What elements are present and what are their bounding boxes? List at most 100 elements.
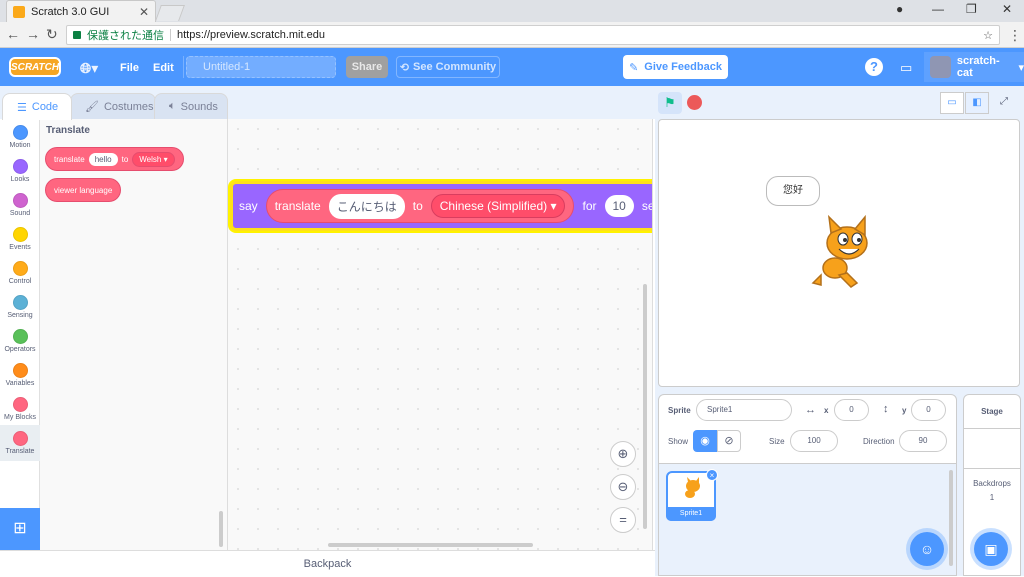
sprite-list-scrollbar[interactable] xyxy=(949,470,953,566)
category-label: Operators xyxy=(4,346,36,353)
show-eye-icon[interactable]: ◉ xyxy=(693,430,717,452)
browser-tab[interactable]: Scratch 3.0 GUI ✕ xyxy=(6,0,156,22)
category-sensing[interactable]: Sensing xyxy=(0,291,40,325)
language-dropdown[interactable]: Chinese (Simplified) ▾ xyxy=(430,194,566,218)
help-icon[interactable]: ? xyxy=(865,58,883,76)
block-label: say xyxy=(239,199,258,213)
sprite-name-input[interactable]: Sprite1 xyxy=(696,399,792,421)
see-community-button[interactable]: ⟲ See Community xyxy=(396,56,500,78)
text-input[interactable]: こんにちは xyxy=(328,193,405,219)
sprite-label: Sprite xyxy=(668,406,691,415)
editor-tabs: ☰ Code 🖌︎ Costumes 🔈︎ Sounds xyxy=(0,86,655,120)
block-categories: Motion Looks Sound Events Control Sensin… xyxy=(0,119,40,550)
speech-bubble: 您好 xyxy=(766,176,820,206)
category-label: Sound xyxy=(9,210,31,217)
stage-canvas[interactable]: 您好 xyxy=(658,119,1020,387)
category-label: Looks xyxy=(10,176,30,183)
seconds-input[interactable]: 10 xyxy=(604,195,634,217)
workspace-horizontal-scrollbar[interactable] xyxy=(328,543,533,547)
reload-icon[interactable]: ↻ xyxy=(46,26,58,43)
zoom-out-icon[interactable]: ⊖ xyxy=(610,474,636,500)
scratch-cat-sprite[interactable] xyxy=(799,213,879,293)
tab-sounds[interactable]: 🔈︎ Sounds xyxy=(154,93,228,119)
tab-code-label: Code xyxy=(31,101,59,113)
edit-menu[interactable]: Edit xyxy=(153,62,174,74)
code-workspace[interactable]: say translate こんにちは to Chinese (Simplifi… xyxy=(228,119,653,550)
normal-stage-icon[interactable]: ◧ xyxy=(965,92,989,114)
backpack[interactable]: Backpack xyxy=(0,550,655,576)
looks-dot-icon xyxy=(12,159,28,174)
palette-scrollbar[interactable] xyxy=(219,511,223,547)
scratch-logo[interactable]: SCRATCH xyxy=(9,57,61,77)
translate-block[interactable]: translate hello to Welsh ▾ xyxy=(45,147,184,171)
pencil-icon: ✎ xyxy=(629,61,639,74)
url-text: https://preview.scratch.mit.edu xyxy=(177,29,325,41)
file-menu[interactable]: File xyxy=(120,62,139,74)
profile-icon[interactable]: ● xyxy=(896,2,903,16)
close-tab-icon[interactable]: ✕ xyxy=(139,5,149,19)
text-input[interactable]: hello xyxy=(88,152,118,166)
maximize-icon[interactable]: ❐ xyxy=(966,2,977,16)
category-looks[interactable]: Looks xyxy=(0,155,40,189)
translate-reporter-block[interactable]: translate こんにちは to Chinese (Simplified) … xyxy=(265,189,575,223)
block-label: to xyxy=(121,154,129,164)
direction-input[interactable]: 90 xyxy=(899,430,947,452)
y-input[interactable]: 0 xyxy=(911,399,946,421)
forward-icon[interactable]: → xyxy=(26,26,40,42)
bookmark-star-icon[interactable]: ☆ xyxy=(983,29,993,42)
category-operators[interactable]: Operators xyxy=(0,325,40,359)
category-my-blocks[interactable]: My Blocks xyxy=(0,393,40,427)
x-input[interactable]: 0 xyxy=(834,399,869,421)
back-icon[interactable]: ← xyxy=(6,26,20,42)
my-blocks-dot-icon xyxy=(12,397,28,412)
category-sound[interactable]: Sound xyxy=(0,189,40,223)
category-control[interactable]: Control xyxy=(0,257,40,291)
green-flag-icon[interactable]: ⚑ xyxy=(658,92,682,114)
show-label: Show xyxy=(668,437,689,446)
delete-sprite-icon[interactable]: × xyxy=(706,469,718,481)
stop-icon[interactable] xyxy=(687,95,702,110)
add-sprite-button[interactable]: ☺︎ xyxy=(910,532,944,566)
zoom-in-icon[interactable]: ⊕ xyxy=(610,441,636,467)
divider xyxy=(170,29,171,41)
viewer-language-block[interactable]: viewer language xyxy=(45,178,122,202)
category-translate[interactable]: Translate xyxy=(0,425,40,461)
share-button[interactable]: Share xyxy=(346,56,388,78)
small-stage-icon[interactable]: ▭ xyxy=(940,92,964,114)
language-dropdown[interactable]: Welsh ▾ xyxy=(132,151,175,167)
tab-costumes[interactable]: 🖌︎ Costumes xyxy=(70,93,156,119)
project-title-input[interactable]: Untitled-1 xyxy=(186,56,336,78)
account-menu[interactable]: scratch-cat ▾ xyxy=(924,52,1024,82)
sensing-dot-icon xyxy=(12,295,28,310)
tab-code[interactable]: ☰ Code xyxy=(2,93,72,120)
close-window-icon[interactable]: ✕ xyxy=(1002,2,1012,16)
my-stuff-folder-icon[interactable]: ▭ xyxy=(900,60,912,76)
workspace-vertical-scrollbar[interactable] xyxy=(643,284,647,529)
add-backdrop-button[interactable]: ▣ xyxy=(974,532,1008,566)
address-bar[interactable]: 保護された通信 https://preview.scratch.mit.edu … xyxy=(66,25,1000,45)
language-value: Chinese (Simplified) xyxy=(439,199,548,213)
category-events[interactable]: Events xyxy=(0,223,40,257)
category-variables[interactable]: Variables xyxy=(0,359,40,393)
size-input[interactable]: 100 xyxy=(790,430,838,452)
give-feedback-button[interactable]: ✎ Give Feedback xyxy=(623,55,728,79)
say-block[interactable]: say translate こんにちは to Chinese (Simplifi… xyxy=(230,181,652,231)
add-extension-button[interactable]: ⊞ xyxy=(0,508,40,550)
code-icon: ☰ xyxy=(17,101,27,114)
stage-area: ⚑ ▭ ◧ ⤢ 您好 Sprite Sprite1 ↔ x 0 ↕ y 0 Sh… xyxy=(655,86,1024,576)
category-label: Control xyxy=(8,278,32,285)
sprite-thumbnail[interactable]: Sprite1 × xyxy=(666,469,718,521)
language-globe-icon[interactable]: 🌐︎▾ xyxy=(80,60,98,77)
category-motion[interactable]: Motion xyxy=(0,121,40,155)
category-label: My Blocks xyxy=(4,414,36,421)
stage-panel-header: Stage xyxy=(964,395,1020,429)
fullscreen-icon[interactable]: ⤢ xyxy=(992,92,1016,114)
zoom-reset-icon[interactable]: = xyxy=(610,507,636,533)
hide-eye-icon[interactable]: ⊘ xyxy=(717,430,741,452)
palette-section-title: Translate xyxy=(46,125,90,136)
minimize-icon[interactable]: — xyxy=(932,2,944,16)
stage-thumbnail xyxy=(964,429,1020,469)
new-tab-button[interactable] xyxy=(155,5,185,21)
menu-dots-icon[interactable]: ⋮ xyxy=(1008,27,1022,44)
category-label: Variables xyxy=(5,380,35,387)
